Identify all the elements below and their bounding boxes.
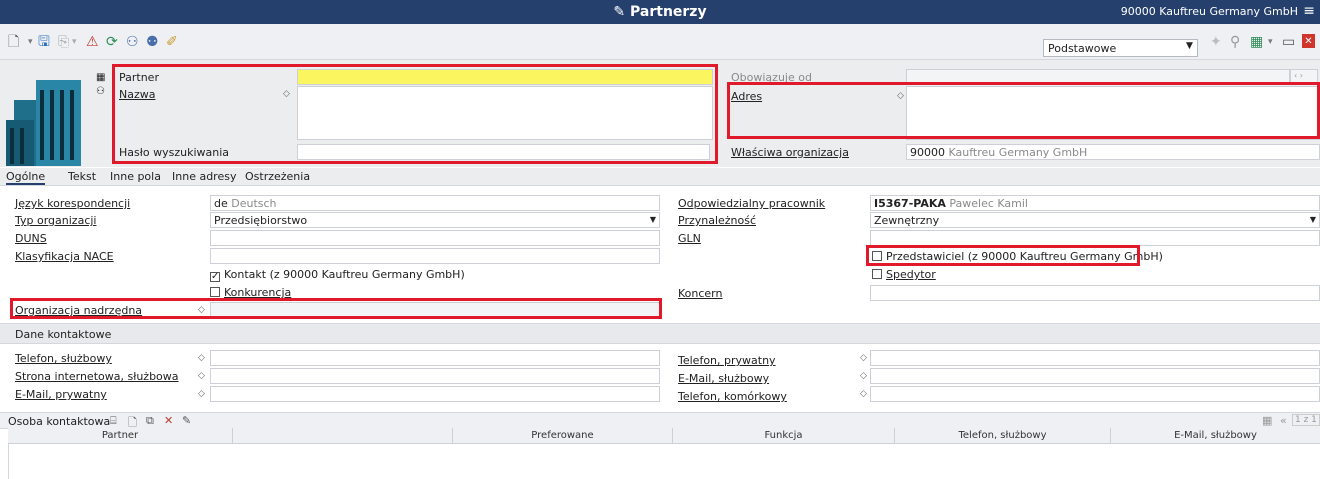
pager: 1 z 1 xyxy=(1292,414,1320,426)
nace-label: Klasyfikacja NACE xyxy=(15,250,114,263)
diamond-icon: ◇ xyxy=(860,389,867,399)
www-sl-label: Strona internetowa, służbowa xyxy=(15,370,179,383)
export-icon[interactable]: ▦ xyxy=(1250,34,1263,50)
chart-icon[interactable]: ⚠ xyxy=(86,34,99,50)
refresh-icon[interactable]: ⟳ xyxy=(106,34,118,50)
koncern-label: Koncern xyxy=(678,287,723,300)
highlight-adres xyxy=(727,82,1320,139)
tel-kom-label: Telefon, komórkowy xyxy=(678,390,787,403)
grid-toolbar: Osoba kontaktowa ⌸ 🗋 ⧉ ✕ ✎ ▦ « 1 z 1 xyxy=(0,412,1320,429)
pen-icon: ✎ xyxy=(613,4,626,20)
koncern-input[interactable] xyxy=(870,285,1320,301)
search-icon[interactable]: ⚲ xyxy=(1230,34,1240,50)
col-telefon[interactable]: Telefon, służbowy xyxy=(895,428,1111,444)
window-icon[interactable]: ▭ xyxy=(1282,34,1295,50)
jezyk-input[interactable]: de Deutsch xyxy=(210,195,660,211)
tel-kom-input[interactable] xyxy=(870,386,1320,402)
chevron-down-icon[interactable]: ▼ xyxy=(1186,41,1193,51)
grid-body[interactable] xyxy=(8,444,1320,479)
col-preferowane[interactable]: Preferowane xyxy=(453,428,673,444)
close-icon[interactable]: ✕ xyxy=(1302,34,1315,48)
diamond-icon: ◇ xyxy=(860,371,867,381)
odp-input[interactable]: I5367-PAKA Pawelec Kamil xyxy=(870,195,1320,211)
tel-sl-input[interactable] xyxy=(210,350,660,366)
copy-icon[interactable]: ⎘ xyxy=(58,34,69,50)
highlight-nadrzedna xyxy=(10,298,662,319)
gln-input[interactable] xyxy=(870,230,1320,246)
view-select-value: Podstawowe xyxy=(1048,42,1117,55)
highlight-partner xyxy=(112,64,718,164)
tab-inne-adresy[interactable]: Inne adresy xyxy=(172,170,236,183)
bookmark-icon[interactable]: ✦ xyxy=(1210,34,1222,50)
menu-icon[interactable]: ≡ xyxy=(1303,3,1315,19)
tel-pr-label: Telefon, prywatny xyxy=(678,354,776,367)
email-sl-input[interactable] xyxy=(870,368,1320,384)
www-sl-input[interactable] xyxy=(210,368,660,384)
kontakt-checkbox[interactable]: ✓ Kontakt (z 90000 Kauftreu Germany GmbH) xyxy=(210,268,465,282)
title-bar: ✎ Partnerzy 90000 Kauftreu Germany GmbH … xyxy=(0,0,1320,24)
grid-title: Osoba kontaktowa xyxy=(8,415,111,428)
tab-ogolne[interactable]: Ogólne xyxy=(6,170,46,185)
chevron-down-icon[interactable]: ▾ xyxy=(1268,34,1273,50)
gln-label: GLN xyxy=(678,232,701,245)
col-email[interactable]: E-Mail, służbowy xyxy=(1111,428,1320,444)
typ-label: Typ organizacji xyxy=(15,214,97,227)
highlight-przedst xyxy=(866,245,1140,266)
diamond-icon: ◇ xyxy=(198,389,205,399)
col-blank[interactable] xyxy=(233,428,453,444)
building-icon xyxy=(6,80,81,166)
person-icon: ⚇ xyxy=(96,86,105,97)
przyn-select[interactable]: Zewnętrzny ▼ xyxy=(870,212,1320,228)
col-partner[interactable]: Partner xyxy=(8,428,233,444)
org-icon[interactable]: ⚉ xyxy=(146,34,159,50)
tab-bar: Ogólne Tekst Inne pola Inne adresy Ostrz… xyxy=(0,168,1320,186)
tel-pr-input[interactable] xyxy=(870,350,1320,366)
col-funkcja[interactable]: Funkcja xyxy=(673,428,895,444)
edit-icon[interactable]: ✐ xyxy=(166,34,178,50)
spedytor-checkbox[interactable]: Spedytor xyxy=(872,268,936,281)
email-pr-input[interactable] xyxy=(210,386,660,402)
email-pr-label: E-Mail, prywatny xyxy=(15,388,107,401)
window-title-text: Partnerzy xyxy=(630,4,707,20)
diamond-icon: ◇ xyxy=(198,371,205,381)
open-icon[interactable]: ⧉ xyxy=(146,414,154,428)
duns-input[interactable] xyxy=(210,230,660,246)
wlasciwa-input[interactable]: 90000 Kauftreu Germany GmbH xyxy=(906,144,1320,160)
diamond-icon: ◇ xyxy=(860,353,867,363)
export-icon[interactable]: ▦ xyxy=(1262,414,1272,427)
delete-icon[interactable]: ✕ xyxy=(164,414,173,427)
tab-inne-pola[interactable]: Inne pola xyxy=(110,170,161,183)
org-info[interactable]: 90000 Kauftreu Germany GmbH xyxy=(1121,5,1298,18)
view-select[interactable]: Podstawowe xyxy=(1043,39,1198,57)
edit-icon[interactable]: ✎ xyxy=(182,414,191,427)
chevron-down-icon: ▼ xyxy=(1309,215,1316,224)
odp-label: Odpowiedzialny pracownik xyxy=(678,197,826,210)
first-page-icon[interactable]: « xyxy=(1280,414,1287,427)
diamond-icon: ◇ xyxy=(198,353,205,363)
contact-section-title: Dane kontaktowe xyxy=(15,328,112,341)
chevron-down-icon[interactable]: ▾ xyxy=(28,34,33,50)
users-icon[interactable]: ⚇ xyxy=(126,34,139,50)
tel-sl-label: Telefon, służbowy xyxy=(15,352,112,365)
przyn-label: Przynależność xyxy=(678,214,757,227)
grid-header: Partner Preferowane Funkcja Telefon, słu… xyxy=(8,428,1320,444)
tab-tekst[interactable]: Tekst xyxy=(68,170,96,183)
chevron-down-icon[interactable]: ▾ xyxy=(72,34,77,50)
save-icon[interactable]: 🖫 xyxy=(38,34,50,50)
chevron-down-icon: ▼ xyxy=(649,215,656,224)
duns-label: DUNS xyxy=(15,232,47,245)
contact-section: Dane kontaktowe xyxy=(0,323,1320,344)
typ-select[interactable]: Przedsiębiorstwo ▼ xyxy=(210,212,660,228)
nace-input[interactable] xyxy=(210,248,660,264)
check-icon: ✓ xyxy=(210,271,220,282)
tree-icon[interactable]: ⌸ xyxy=(110,414,117,428)
new-document-icon[interactable]: 🗋 xyxy=(8,34,19,50)
jezyk-label: Język korespondencji xyxy=(15,197,131,210)
email-sl-label: E-Mail, służbowy xyxy=(678,372,770,385)
org-icon: ▦ xyxy=(96,72,106,83)
tab-ostrzezenia[interactable]: Ostrzeżenia xyxy=(245,170,310,183)
wlasciwa-label: Właściwa organizacja xyxy=(731,146,849,159)
